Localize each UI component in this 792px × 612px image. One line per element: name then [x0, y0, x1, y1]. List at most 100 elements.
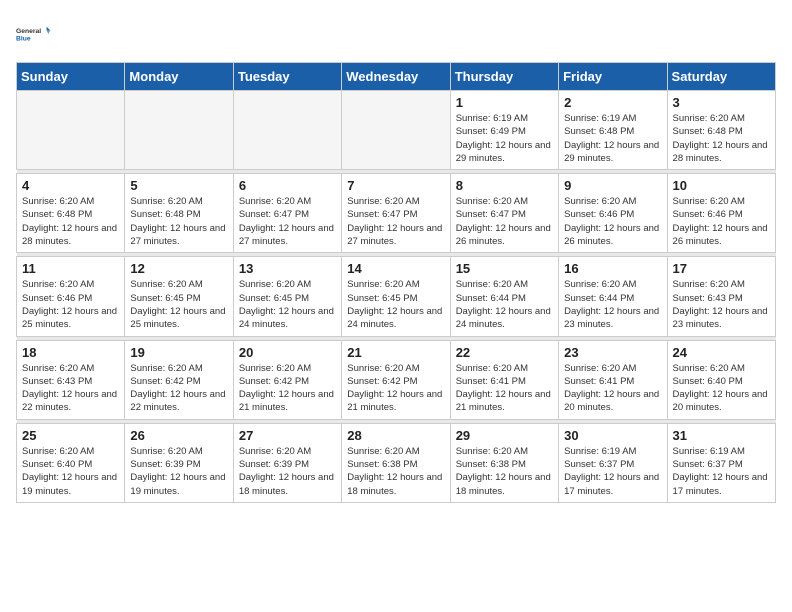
page-header: GeneralBlue: [16, 16, 776, 52]
day-info: Sunrise: 6:19 AMSunset: 6:37 PMDaylight:…: [673, 445, 770, 498]
svg-text:Blue: Blue: [16, 35, 31, 42]
calendar-day-cell: 26 Sunrise: 6:20 AMSunset: 6:39 PMDayligh…: [125, 423, 233, 502]
day-info: Sunrise: 6:19 AMSunset: 6:37 PMDaylight:…: [564, 445, 661, 498]
day-number: 14: [347, 261, 444, 276]
day-number: 20: [239, 345, 336, 360]
calendar-day-cell: 18Sunrise: 6:20 AMSunset: 6:43 PMDayligh…: [17, 340, 125, 419]
day-number: 3: [673, 95, 770, 110]
day-number: 11: [22, 261, 119, 276]
day-number: 23: [564, 345, 661, 360]
day-number: 21: [347, 345, 444, 360]
day-info: Sunrise: 6:20 AMSunset: 6:45 PMDaylight:…: [347, 278, 444, 331]
calendar-week-1: 1Sunrise: 6:19 AMSunset: 6:49 PMDaylight…: [17, 91, 776, 170]
calendar-header-tuesday: Tuesday: [233, 63, 341, 91]
day-number: 31: [673, 428, 770, 443]
day-info: Sunrise: 6:20 AMSunset: 6:47 PMDaylight:…: [456, 195, 553, 248]
day-number: 12: [130, 261, 227, 276]
calendar-day-cell: 9 Sunrise: 6:20 AMSunset: 6:46 PMDaylight…: [559, 174, 667, 253]
day-info: Sunrise: 6:20 AMSunset: 6:45 PMDaylight:…: [239, 278, 336, 331]
day-info: Sunrise: 6:20 AMSunset: 6:41 PMDaylight:…: [564, 362, 661, 415]
day-info: Sunrise: 6:20 AMSunset: 6:46 PMDaylight:…: [673, 195, 770, 248]
day-number: 28: [347, 428, 444, 443]
calendar-day-cell: 2Sunrise: 6:19 AMSunset: 6:48 PMDaylight…: [559, 91, 667, 170]
calendar-day-cell: 20 Sunrise: 6:20 AMSunset: 6:42 PMDayligh…: [233, 340, 341, 419]
day-number: 27: [239, 428, 336, 443]
day-info: Sunrise: 6:20 AMSunset: 6:45 PMDaylight:…: [130, 278, 227, 331]
day-info: Sunrise: 6:20 AMSunset: 6:39 PMDaylight:…: [130, 445, 227, 498]
calendar-day-cell: 16Sunrise: 6:20 AMSunset: 6:44 PMDayligh…: [559, 257, 667, 336]
day-number: 7: [347, 178, 444, 193]
day-info: Sunrise: 6:20 AMSunset: 6:39 PMDaylight:…: [239, 445, 336, 498]
day-info: Sunrise: 6:20 AMSunset: 6:47 PMDaylight:…: [239, 195, 336, 248]
day-number: 13: [239, 261, 336, 276]
calendar-day-cell: 31 Sunrise: 6:19 AMSunset: 6:37 PMDayligh…: [667, 423, 775, 502]
calendar-day-cell: 24 Sunrise: 6:20 AMSunset: 6:40 PMDayligh…: [667, 340, 775, 419]
day-number: 5: [130, 178, 227, 193]
day-info: Sunrise: 6:20 AMSunset: 6:41 PMDaylight:…: [456, 362, 553, 415]
day-number: 17: [673, 261, 770, 276]
calendar-header-friday: Friday: [559, 63, 667, 91]
day-number: 16: [564, 261, 661, 276]
calendar-day-cell: 12 Sunrise: 6:20 AMSunset: 6:45 PMDayligh…: [125, 257, 233, 336]
day-info: Sunrise: 6:20 AMSunset: 6:48 PMDaylight:…: [22, 195, 119, 248]
calendar-day-cell: 25 Sunrise: 6:20 AMSunset: 6:40 PMDayligh…: [17, 423, 125, 502]
day-info: Sunrise: 6:20 AMSunset: 6:40 PMDaylight:…: [673, 362, 770, 415]
calendar-table: SundayMondayTuesdayWednesdayThursdayFrid…: [16, 62, 776, 503]
day-number: 25: [22, 428, 119, 443]
calendar-day-cell: 21 Sunrise: 6:20 AMSunset: 6:42 PMDayligh…: [342, 340, 450, 419]
calendar-week-2: 4 Sunrise: 6:20 AMSunset: 6:48 PMDaylight…: [17, 174, 776, 253]
day-info: Sunrise: 6:20 AMSunset: 6:43 PMDaylight:…: [22, 362, 119, 415]
day-number: 2: [564, 95, 661, 110]
calendar-week-3: 11 Sunrise: 6:20 AMSunset: 6:46 PMDayligh…: [17, 257, 776, 336]
calendar-day-cell: 15 Sunrise: 6:20 AMSunset: 6:44 PMDayligh…: [450, 257, 558, 336]
day-info: Sunrise: 6:20 AMSunset: 6:48 PMDaylight:…: [130, 195, 227, 248]
calendar-day-cell: 4 Sunrise: 6:20 AMSunset: 6:48 PMDaylight…: [17, 174, 125, 253]
day-number: 8: [456, 178, 553, 193]
day-number: 15: [456, 261, 553, 276]
calendar-header-thursday: Thursday: [450, 63, 558, 91]
calendar-day-cell: 29 Sunrise: 6:20 AMSunset: 6:38 PMDayligh…: [450, 423, 558, 502]
day-info: Sunrise: 6:20 AMSunset: 6:42 PMDaylight:…: [130, 362, 227, 415]
day-info: Sunrise: 6:20 AMSunset: 6:46 PMDaylight:…: [564, 195, 661, 248]
day-number: 24: [673, 345, 770, 360]
day-number: 9: [564, 178, 661, 193]
day-info: Sunrise: 6:20 AMSunset: 6:47 PMDaylight:…: [347, 195, 444, 248]
logo-icon: GeneralBlue: [16, 16, 52, 52]
day-info: Sunrise: 6:20 AMSunset: 6:38 PMDaylight:…: [456, 445, 553, 498]
day-number: 10: [673, 178, 770, 193]
calendar-day-cell: 3 Sunrise: 6:20 AMSunset: 6:48 PMDaylight…: [667, 91, 775, 170]
calendar-day-cell: 6Sunrise: 6:20 AMSunset: 6:47 PMDaylight…: [233, 174, 341, 253]
calendar-header-monday: Monday: [125, 63, 233, 91]
calendar-day-cell: 30Sunrise: 6:19 AMSunset: 6:37 PMDayligh…: [559, 423, 667, 502]
calendar-day-cell: 19 Sunrise: 6:20 AMSunset: 6:42 PMDayligh…: [125, 340, 233, 419]
day-info: Sunrise: 6:20 AMSunset: 6:42 PMDaylight:…: [347, 362, 444, 415]
calendar-day-cell: 28 Sunrise: 6:20 AMSunset: 6:38 PMDayligh…: [342, 423, 450, 502]
calendar-day-cell: [17, 91, 125, 170]
day-info: Sunrise: 6:20 AMSunset: 6:38 PMDaylight:…: [347, 445, 444, 498]
calendar-week-5: 25 Sunrise: 6:20 AMSunset: 6:40 PMDayligh…: [17, 423, 776, 502]
day-info: Sunrise: 6:20 AMSunset: 6:46 PMDaylight:…: [22, 278, 119, 331]
day-info: Sunrise: 6:20 AMSunset: 6:48 PMDaylight:…: [673, 112, 770, 165]
calendar-day-cell: 11 Sunrise: 6:20 AMSunset: 6:46 PMDayligh…: [17, 257, 125, 336]
day-number: 22: [456, 345, 553, 360]
calendar-day-cell: 7 Sunrise: 6:20 AMSunset: 6:47 PMDaylight…: [342, 174, 450, 253]
calendar-day-cell: [233, 91, 341, 170]
day-info: Sunrise: 6:20 AMSunset: 6:40 PMDaylight:…: [22, 445, 119, 498]
day-info: Sunrise: 6:20 AMSunset: 6:44 PMDaylight:…: [456, 278, 553, 331]
day-number: 26: [130, 428, 227, 443]
calendar-day-cell: 10 Sunrise: 6:20 AMSunset: 6:46 PMDayligh…: [667, 174, 775, 253]
day-number: 19: [130, 345, 227, 360]
day-info: Sunrise: 6:20 AMSunset: 6:43 PMDaylight:…: [673, 278, 770, 331]
day-info: Sunrise: 6:19 AMSunset: 6:49 PMDaylight:…: [456, 112, 553, 165]
day-number: 4: [22, 178, 119, 193]
day-number: 29: [456, 428, 553, 443]
day-info: Sunrise: 6:20 AMSunset: 6:42 PMDaylight:…: [239, 362, 336, 415]
calendar-week-4: 18Sunrise: 6:20 AMSunset: 6:43 PMDayligh…: [17, 340, 776, 419]
logo[interactable]: GeneralBlue: [16, 16, 52, 52]
calendar-header-wednesday: Wednesday: [342, 63, 450, 91]
calendar-header-row: SundayMondayTuesdayWednesdayThursdayFrid…: [17, 63, 776, 91]
calendar-day-cell: 13 Sunrise: 6:20 AMSunset: 6:45 PMDayligh…: [233, 257, 341, 336]
calendar-day-cell: 8 Sunrise: 6:20 AMSunset: 6:47 PMDaylight…: [450, 174, 558, 253]
calendar-header-sunday: Sunday: [17, 63, 125, 91]
calendar-day-cell: 27 Sunrise: 6:20 AMSunset: 6:39 PMDayligh…: [233, 423, 341, 502]
